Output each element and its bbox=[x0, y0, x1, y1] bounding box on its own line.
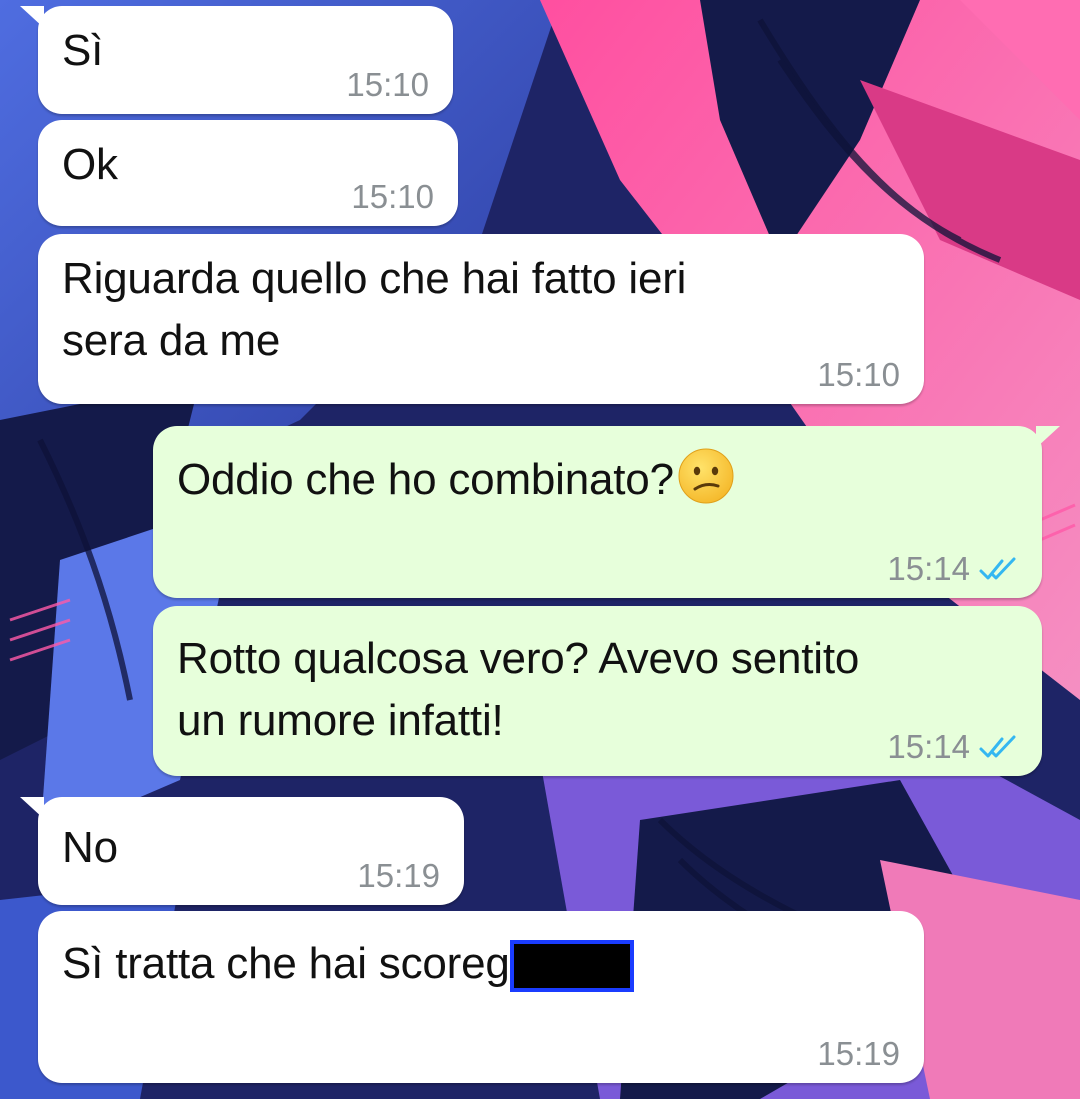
message-bubble-incoming[interactable]: Riguarda quello che hai fatto ieri sera … bbox=[38, 234, 924, 404]
message-bubble-incoming[interactable]: Sì tratta che hai scoreg 15:19 bbox=[38, 911, 924, 1083]
message-text: Oddio che ho combinato? bbox=[177, 446, 736, 511]
message-line: un rumore infatti! bbox=[177, 696, 504, 745]
message-time: 15:10 bbox=[346, 66, 429, 104]
read-double-check-icon bbox=[979, 557, 1016, 580]
message-time: 15:19 bbox=[817, 1035, 900, 1073]
message-time: 15:10 bbox=[817, 356, 900, 394]
message-text-content: Oddio che ho combinato? bbox=[177, 455, 674, 504]
message-bubble-outgoing[interactable]: Oddio che ho combinato? 15:14 bbox=[153, 426, 1060, 598]
message-time: 15:10 bbox=[351, 178, 434, 216]
timestamp: 15:14 bbox=[887, 550, 970, 587]
message-text: Rotto qualcosa vero? Avevo sentito un ru… bbox=[177, 628, 859, 752]
message-bubble-outgoing[interactable]: Rotto qualcosa vero? Avevo sentito un ru… bbox=[153, 606, 1042, 776]
timestamp: 15:14 bbox=[887, 728, 970, 765]
message-time: 15:14 bbox=[887, 550, 1018, 588]
message-text: No bbox=[62, 823, 118, 872]
timestamp: 15:10 bbox=[351, 178, 434, 215]
message-bubble-incoming[interactable]: Ok 15:10 bbox=[38, 120, 458, 226]
message-time: 15:19 bbox=[357, 857, 440, 895]
timestamp: 15:19 bbox=[817, 1035, 900, 1072]
message-line: sera da me bbox=[62, 316, 281, 365]
message-text: Sì tratta che hai scoreg bbox=[62, 933, 634, 995]
message-text: Sì bbox=[62, 26, 104, 75]
read-double-check-icon bbox=[979, 735, 1016, 758]
message-line: Rotto qualcosa vero? Avevo sentito bbox=[177, 634, 860, 683]
timestamp: 15:10 bbox=[346, 66, 429, 103]
message-text-content: Sì tratta che hai scoreg bbox=[62, 939, 510, 988]
timestamp: 15:19 bbox=[357, 857, 440, 894]
timestamp: 15:10 bbox=[817, 356, 900, 393]
redaction-box bbox=[509, 940, 634, 992]
confused-face-emoji-icon bbox=[678, 448, 734, 504]
message-bubble-incoming[interactable]: No 15:19 bbox=[20, 797, 464, 905]
message-text: Riguarda quello che hai fatto ieri sera … bbox=[62, 248, 686, 372]
message-text: Ok bbox=[62, 140, 118, 189]
message-line: Riguarda quello che hai fatto ieri bbox=[62, 254, 687, 303]
message-time: 15:14 bbox=[887, 728, 1018, 766]
message-bubble-incoming[interactable]: Sì 15:10 bbox=[20, 6, 453, 114]
